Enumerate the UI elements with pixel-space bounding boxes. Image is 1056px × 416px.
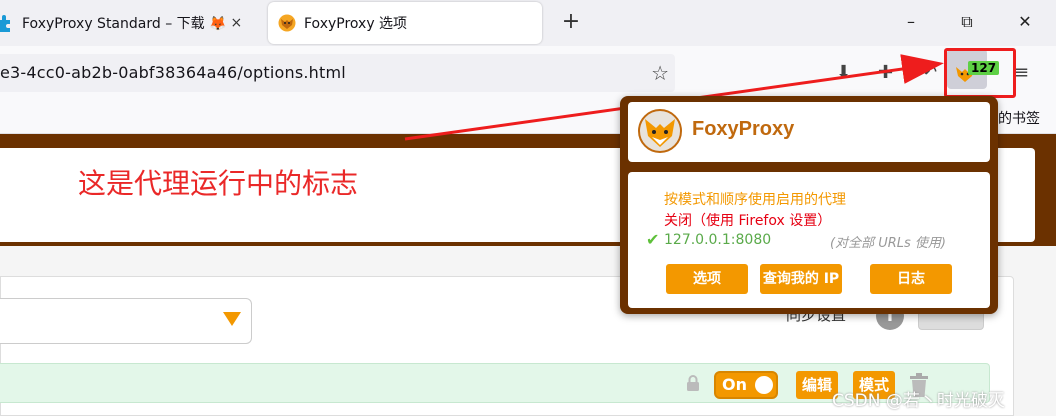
mode-off-option[interactable]: 关闭（使用 Firefox 设置） [664,210,831,230]
foxyproxy-logo-icon [638,109,682,153]
annotation-text: 这是代理运行中的标志 [78,167,359,200]
tab-foxyproxy-options[interactable]: FoxyProxy 选项 [268,2,542,44]
tab-foxyproxy-download[interactable]: FoxyProxy Standard – 下载 🦊 × [0,0,262,46]
watermark: CSDN @若丶时光破灭 [832,391,1005,411]
whats-my-ip-button[interactable]: 查询我的 IP [760,264,842,294]
tab-label: FoxyProxy Standard – 下载 🦊 [22,16,227,32]
mode-select[interactable] [0,298,252,344]
restore-button[interactable]: ⧉ [952,8,982,36]
download-icon[interactable]: ⬇ [836,62,851,84]
popup-title: FoxyProxy [692,118,795,140]
close-window-button[interactable]: ✕ [1010,8,1040,36]
navigation-bar: e3-4cc0-ab2b-0abf38364a46/options.html ☆… [0,46,1056,102]
menu-icon[interactable]: ≡ [1014,62,1029,84]
new-tab-button[interactable]: + [558,8,584,36]
highlight-box [944,48,1016,98]
minimize-button[interactable]: – [896,8,926,36]
foxyproxy-popup: FoxyProxy 按模式和顺序使用启用的代理 关闭（使用 Firefox 设置… [620,96,998,314]
proxy-on-toggle[interactable]: On [714,371,778,399]
options-button[interactable]: 选项 [666,264,748,294]
popup-header: FoxyProxy [628,102,990,162]
bookmark-star-icon[interactable]: ☆ [651,62,669,84]
other-bookmarks-label[interactable]: 的书签 [998,108,1040,128]
chevron-down-icon [223,312,241,326]
on-label: On [722,375,747,394]
proxy-option-note: (对全部 URLs 使用) [830,236,946,251]
tab-strip: FoxyProxy Standard – 下载 🦊 × FoxyProxy 选项… [0,0,1056,46]
log-button[interactable]: 日志 [870,264,952,294]
lock-icon [687,375,699,391]
tab-close-icon[interactable]: × [231,15,243,31]
foxyproxy-icon [278,14,296,32]
mode-patterns-option[interactable]: 按模式和顺序使用启用的代理 [664,189,846,209]
popup-body: 按模式和顺序使用启用的代理 关闭（使用 Firefox 设置） ✔ 127.0.… [628,172,990,308]
url-text: e3-4cc0-ab2b-0abf38364a46/options.html [0,63,346,82]
puzzle-icon [0,15,10,32]
extensions-icon[interactable]: ✚ [878,62,893,84]
proxy-option[interactable]: 127.0.0.1:8080 [664,232,771,248]
tab-label: FoxyProxy 选项 [304,16,408,32]
url-bar[interactable]: e3-4cc0-ab2b-0abf38364a46/options.html ☆ [0,54,675,92]
toggle-knob [755,376,773,394]
checkmark-icon: ✔ [646,230,660,249]
back-arrow-icon[interactable]: ↶ [922,62,937,84]
